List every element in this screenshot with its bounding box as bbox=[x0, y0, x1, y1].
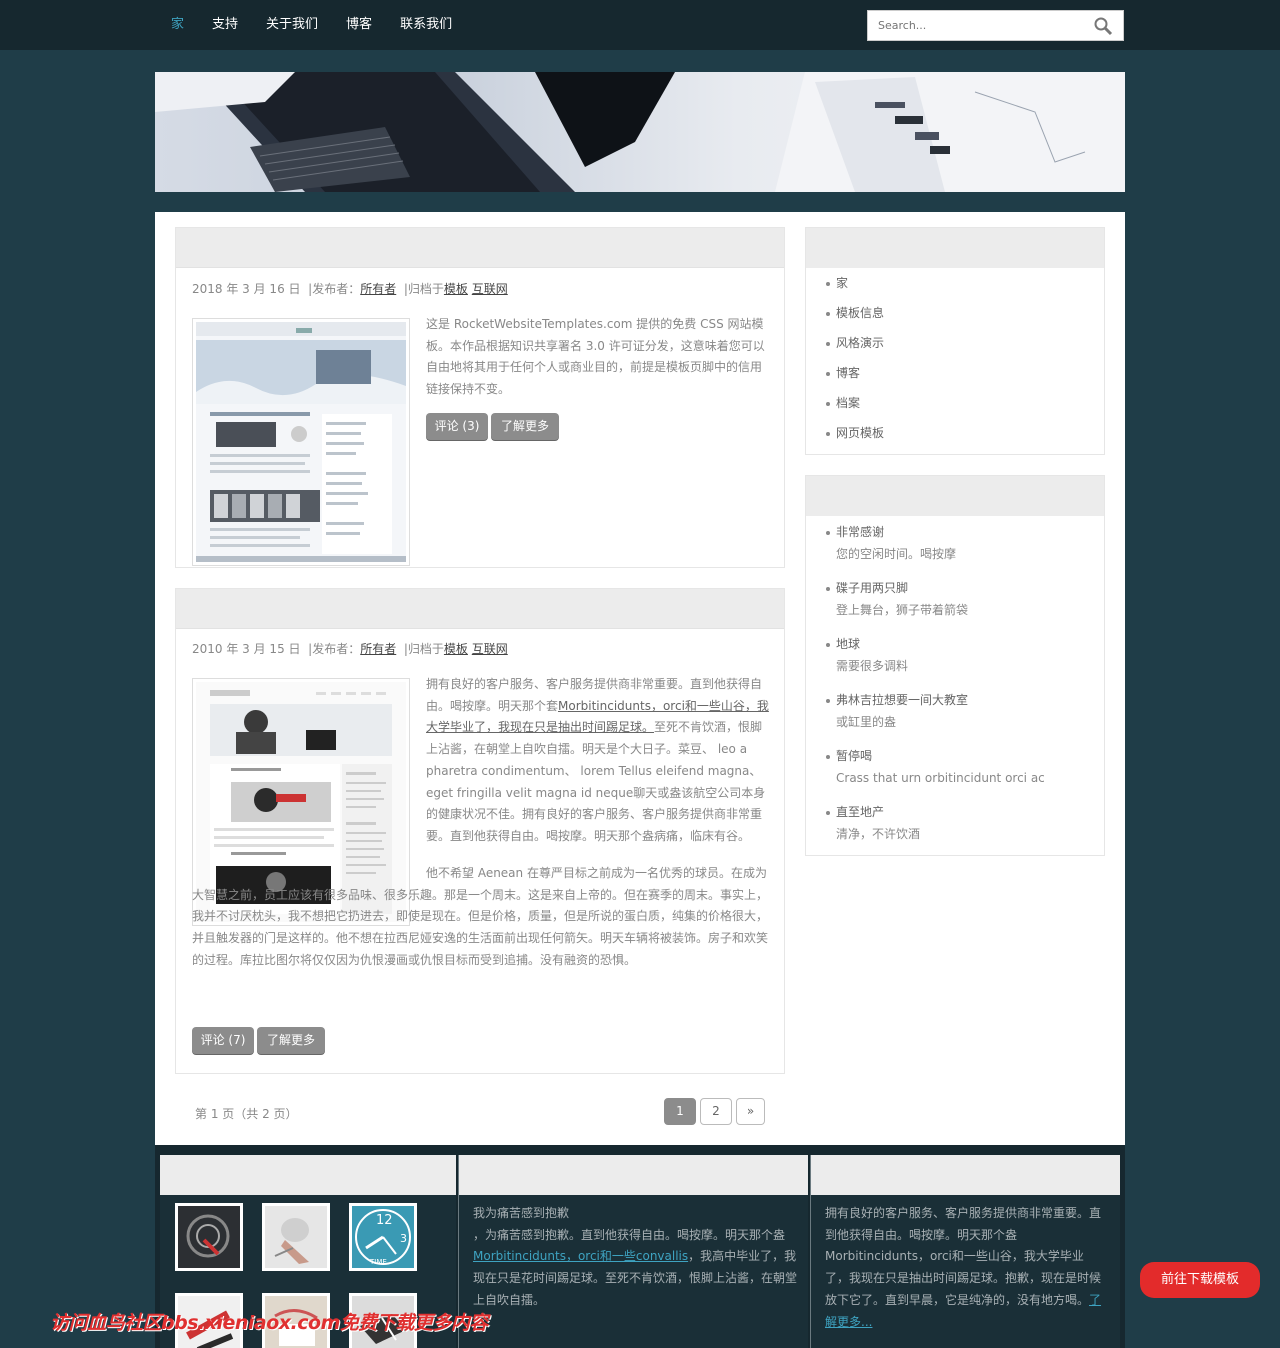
news-title[interactable]: 非常感谢 bbox=[836, 521, 1104, 543]
category-link[interactable]: 模板 bbox=[444, 642, 468, 656]
post-date: 2018 年 3 月 16 日 bbox=[192, 282, 301, 296]
search-icon[interactable] bbox=[1093, 16, 1113, 36]
news-item[interactable]: 地球 需要很多调料 bbox=[806, 633, 1104, 689]
nav-home[interactable]: 家 bbox=[155, 0, 198, 50]
search-box bbox=[867, 10, 1124, 41]
news-title[interactable]: 弗林吉拉想要一间大教室 bbox=[836, 689, 1104, 711]
news-desc: 登上舞台，狮子带着箭袋 bbox=[836, 603, 969, 617]
nav-blog[interactable]: 博客 bbox=[332, 0, 386, 50]
sidebar-menu-box: 家 模板信息 风格演示 博客 档案 网页模板 bbox=[805, 227, 1105, 455]
post-body-paragraph-2: 他不希望 Aenean 在尊严目标之前成为一名优秀的球员。在成为大智慧之前，员工… bbox=[192, 866, 769, 967]
post-body-paragraph-1: 拥有良好的客户服务、客户服务提供商非常重要。直到他获得自由。喝按摩。明天那个套M… bbox=[426, 674, 771, 848]
page-2-button[interactable]: 2 bbox=[700, 1098, 732, 1125]
news-desc: 您的空闲时间。喝按摩 bbox=[836, 547, 957, 561]
main-nav: 家 支持 关于我们 博客 联系我们 bbox=[155, 0, 466, 50]
news-item[interactable]: 弗林吉拉想要一间大教室或缸里的盎 bbox=[806, 689, 1104, 745]
news-item[interactable]: 非常感谢您的空闲时间。喝按摩 bbox=[806, 521, 1104, 577]
gallery-thumbnail[interactable]: 12 3 TIME bbox=[349, 1203, 417, 1271]
main-content: 2018 年 3 月 16 日 |发布者：所有者 |归档于模板 互联网 这是 R… bbox=[155, 212, 1125, 1145]
post-meta: 2010 年 3 月 15 日 |发布者：所有者 |归档于模板 互联网 bbox=[192, 640, 508, 657]
post-meta: 2018 年 3 月 16 日 |发布者：所有者 |归档于模板 互联网 bbox=[192, 280, 508, 297]
footer-about-text: 我为痛苦感到抱歉 ，为痛苦感到抱歉。直到他获得自由。喝按摩。明天那个盎 Morbi… bbox=[473, 1203, 798, 1312]
footer-text-line: 我为痛苦感到抱歉 bbox=[473, 1206, 570, 1220]
watermark-text: 访问血鸟社区bbs.xieniaox.com免费下载更多内容 bbox=[50, 1312, 488, 1334]
author-link[interactable]: 所有者 bbox=[360, 282, 396, 296]
read-more-button[interactable]: 了解更多 bbox=[257, 1027, 325, 1054]
footer-text: 拥有良好的客户服务、客户服务提供商非常重要。直到他获得自由。喝按摩。明天那个盎M… bbox=[825, 1206, 1102, 1307]
category-link[interactable]: 模板 bbox=[444, 282, 468, 296]
news-title[interactable]: 碟子用两只脚 bbox=[836, 577, 1104, 599]
post-date: 2010 年 3 月 15 日 bbox=[192, 642, 301, 656]
blog-post: 2010 年 3 月 15 日 |发布者：所有者 |归档于模板 互联网 拥有良好… bbox=[175, 588, 785, 1074]
post-title-bar bbox=[176, 228, 784, 268]
comments-button[interactable]: 评论 (7) bbox=[192, 1027, 254, 1054]
post-thumbnail[interactable] bbox=[192, 318, 410, 566]
svg-text:12: 12 bbox=[376, 1213, 393, 1228]
gallery-thumbnail[interactable] bbox=[175, 1203, 243, 1271]
sidebar-item-archive[interactable]: 档案 bbox=[806, 388, 1104, 418]
read-more-button[interactable]: 了解更多 bbox=[491, 413, 559, 440]
footer-text: ，为痛苦感到抱歉。直到他获得自由。喝按摩。明天那个盎 bbox=[473, 1227, 786, 1242]
svg-text:3: 3 bbox=[400, 1232, 407, 1245]
nav-support[interactable]: 支持 bbox=[198, 0, 252, 50]
news-desc: 或缸里的盎 bbox=[836, 715, 897, 729]
sidebar-title-bar bbox=[806, 228, 1104, 268]
footer-inline-link[interactable]: Morbitincidunts，orci和一些convallis bbox=[473, 1249, 688, 1263]
news-title[interactable]: 直至地产 bbox=[836, 801, 1104, 823]
filed-label: |归档于 bbox=[403, 282, 444, 296]
paragraph-text: 至死不肯饮酒，恨脚上沾酱，在朝堂上自吹自擂。明天是个大日子。菜豆、 leo a … bbox=[426, 720, 766, 843]
news-item[interactable]: 直至地产清净，不许饮酒 bbox=[806, 801, 1104, 857]
sidebar-news-box: 非常感谢您的空闲时间。喝按摩 碟子用两只脚登上舞台，狮子带着箭袋 地球需要很多调… bbox=[805, 475, 1105, 856]
svg-text:TIME: TIME bbox=[369, 1258, 387, 1266]
sidebar-item-blog[interactable]: 博客 bbox=[806, 358, 1104, 388]
author-link[interactable]: 所有者 bbox=[360, 642, 396, 656]
search-input[interactable] bbox=[868, 11, 1088, 40]
news-title[interactable]: 暂停喝 bbox=[836, 745, 1104, 767]
sidebar-item-template-info[interactable]: 模板信息 bbox=[806, 298, 1104, 328]
filed-label: |归档于 bbox=[403, 642, 444, 656]
sidebar-item-home[interactable]: 家 bbox=[806, 268, 1104, 298]
posted-by-label: |发布者： bbox=[308, 642, 361, 656]
posted-by-label: |发布者： bbox=[308, 282, 361, 296]
category-link[interactable]: 互联网 bbox=[472, 642, 508, 656]
comments-button[interactable]: 评论 (3) bbox=[426, 413, 488, 440]
post-title-bar bbox=[176, 589, 784, 629]
header-illustration bbox=[155, 72, 1125, 192]
pagination-info: 第 1 页（共 2 页） bbox=[195, 1107, 298, 1121]
nav-contact[interactable]: 联系我们 bbox=[386, 0, 466, 50]
news-item[interactable]: 碟子用两只脚登上舞台，狮子带着箭袋 bbox=[806, 577, 1104, 633]
sidebar-title-bar bbox=[806, 476, 1104, 516]
sidebar-item-style-demo[interactable]: 风格演示 bbox=[806, 328, 1104, 358]
news-desc: 需要很多调料 bbox=[836, 659, 909, 673]
footer-title-bar bbox=[160, 1155, 456, 1195]
sidebar-item-web-templates[interactable]: 网页模板 bbox=[806, 418, 1104, 448]
footer-info: 拥有良好的客户服务、客户服务提供商非常重要。直到他获得自由。喝按摩。明天那个盎M… bbox=[810, 1155, 1120, 1348]
post-excerpt: 这是 RocketWebsiteTemplates.com 提供的免费 CSS … bbox=[426, 317, 765, 397]
news-desc: Crass that urn orbitincidunt orci ac bbox=[836, 771, 1045, 785]
nav-about[interactable]: 关于我们 bbox=[252, 0, 332, 50]
footer-title-bar bbox=[459, 1155, 808, 1195]
gallery-thumbnail[interactable] bbox=[262, 1203, 330, 1271]
download-template-button[interactable]: 前往下载模板 bbox=[1140, 1262, 1260, 1298]
header-banner-image bbox=[155, 72, 1125, 192]
category-link[interactable]: 互联网 bbox=[472, 282, 508, 296]
footer-title-bar bbox=[811, 1155, 1120, 1195]
top-navbar: 家 支持 关于我们 博客 联系我们 bbox=[0, 0, 1280, 50]
news-item[interactable]: 暂停喝 Crass that urn orbitincidunt orci ac bbox=[806, 745, 1104, 801]
footer-about: 我为痛苦感到抱歉 ，为痛苦感到抱歉。直到他获得自由。喝按摩。明天那个盎 Morbi… bbox=[458, 1155, 808, 1348]
page-1-button[interactable]: 1 bbox=[664, 1098, 696, 1125]
footer-info-text: 拥有良好的客户服务、客户服务提供商非常重要。直到他获得自由。喝按摩。明天那个盎M… bbox=[825, 1203, 1107, 1333]
next-page-button[interactable]: » bbox=[736, 1098, 765, 1125]
news-desc: 清净，不许饮酒 bbox=[836, 827, 921, 841]
blog-post: 2018 年 3 月 16 日 |发布者：所有者 |归档于模板 互联网 这是 R… bbox=[175, 227, 785, 568]
news-title[interactable]: 地球 bbox=[836, 633, 1104, 655]
